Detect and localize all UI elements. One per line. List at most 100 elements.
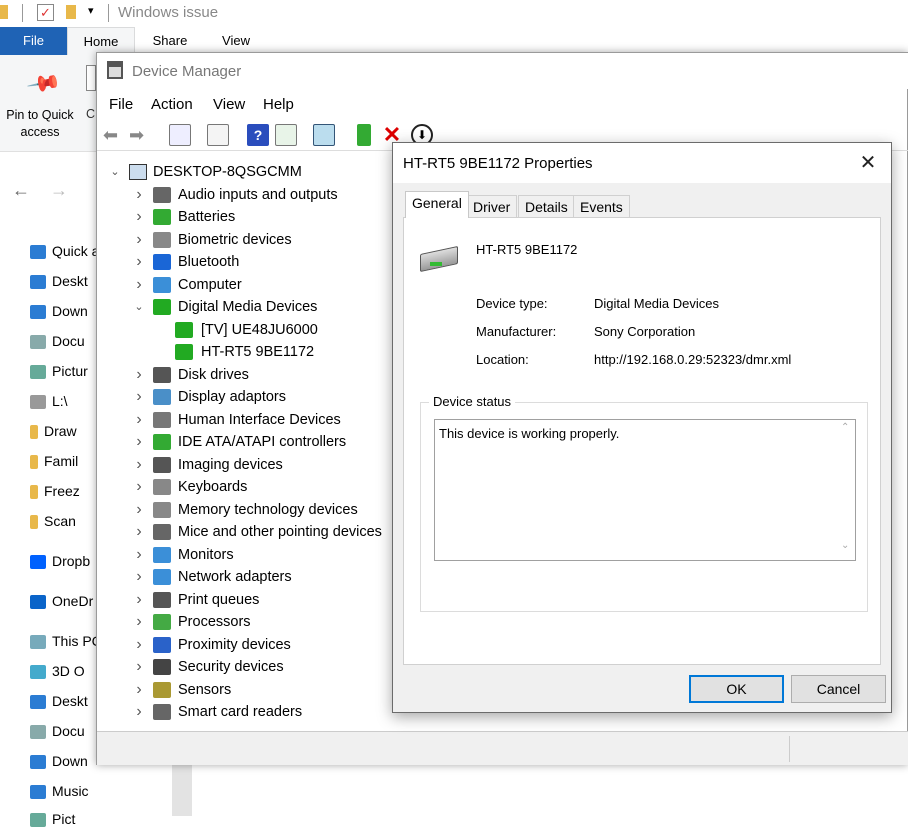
nav-item-label: Quick a <box>52 243 100 259</box>
nav-item-label: L:\ <box>52 393 68 409</box>
forward-icon[interactable]: ➡ <box>129 124 151 146</box>
view-icon[interactable] <box>275 124 297 146</box>
music-icon <box>30 785 46 800</box>
folder-icon <box>0 5 8 19</box>
scroll-down-icon[interactable]: ⌄ <box>841 540 849 551</box>
nav-item[interactable]: 3D O <box>30 658 100 684</box>
scroll-up-icon[interactable]: ⌃ <box>841 422 849 433</box>
network-device-icon <box>420 245 458 273</box>
tab-home[interactable]: Home <box>67 27 135 55</box>
device-category-icon <box>175 321 193 338</box>
nav-item[interactable]: Docu <box>30 718 100 744</box>
menu-action[interactable]: Action <box>151 96 193 113</box>
nav-item[interactable]: L:\ <box>30 388 100 414</box>
properties-check-icon[interactable]: ✓ <box>37 4 54 21</box>
chevron-right-icon[interactable]: › <box>133 656 145 678</box>
tab-share[interactable]: Share <box>140 27 200 55</box>
nav-item[interactable]: Deskt <box>30 688 100 714</box>
tab-events[interactable]: Events <box>573 195 630 217</box>
scan-hardware-icon[interactable] <box>313 124 335 146</box>
chevron-right-icon[interactable]: › <box>133 611 145 633</box>
nav-item[interactable]: Pictur <box>30 358 100 384</box>
location-value: http://192.168.0.29:52323/dmr.xml <box>594 352 792 367</box>
customize-dropdown-icon[interactable]: ▾ <box>88 4 94 17</box>
pin-label: Pin to Quick access <box>6 108 74 139</box>
ok-button[interactable]: OK <box>689 675 784 703</box>
cancel-button[interactable]: Cancel <box>791 675 886 703</box>
device-category-icon <box>153 231 171 248</box>
nav-item[interactable]: Draw <box>30 418 100 444</box>
tab-general[interactable]: General <box>405 191 469 218</box>
chevron-right-icon[interactable]: › <box>133 431 145 453</box>
chevron-right-icon[interactable]: › <box>133 521 145 543</box>
chevron-down-icon[interactable]: ⌄ <box>109 161 121 183</box>
chevron-right-icon[interactable]: › <box>133 634 145 656</box>
nav-item[interactable]: Music <box>30 778 100 804</box>
chevron-right-icon[interactable]: › <box>133 679 145 701</box>
chevron-right-icon[interactable]: › <box>133 701 145 723</box>
nav-item[interactable]: OneDr <box>30 588 100 614</box>
new-folder-icon[interactable] <box>66 5 76 19</box>
menu-help[interactable]: Help <box>263 96 294 113</box>
copy-icon[interactable] <box>86 65 96 91</box>
nav-item[interactable]: Scan <box>30 508 100 534</box>
nav-item[interactable]: Down <box>30 298 100 324</box>
chevron-right-icon[interactable]: › <box>133 229 145 251</box>
desktop-icon <box>30 275 46 290</box>
close-button[interactable]: ✕ <box>845 143 891 183</box>
menu-view[interactable]: View <box>213 96 245 113</box>
pin-to-quick-access-button[interactable]: 📌 Pin to Quick access <box>2 63 78 143</box>
chevron-right-icon[interactable]: › <box>133 206 145 228</box>
menu-file[interactable]: File <box>109 96 133 113</box>
status-scrollbar[interactable]: ⌃ ⌄ <box>837 420 855 560</box>
nav-item[interactable]: Down <box>30 748 100 774</box>
device-category-icon <box>153 704 171 720</box>
back-icon[interactable]: ⬅ <box>103 124 125 146</box>
folder-icon <box>30 485 38 500</box>
device-category-icon <box>153 411 171 428</box>
nav-item[interactable]: Docu <box>30 328 100 354</box>
tab-view[interactable]: View <box>206 27 266 55</box>
chevron-right-icon[interactable]: › <box>133 544 145 566</box>
device-category-icon <box>153 276 171 293</box>
back-arrow-icon[interactable]: ← <box>12 180 30 201</box>
folder-icon <box>30 515 38 530</box>
forward-arrow-icon[interactable]: → <box>50 180 68 201</box>
chevron-right-icon[interactable]: › <box>133 454 145 476</box>
nav-item[interactable]: Deskt <box>30 268 100 294</box>
device-category-icon <box>153 434 171 450</box>
chevron-right-icon[interactable]: › <box>133 184 145 206</box>
tree-item-label: Print queues <box>178 591 260 608</box>
tab-driver[interactable]: Driver <box>466 195 518 217</box>
nav-item[interactable]: Quick a <box>30 238 100 264</box>
pictures-icon <box>30 365 46 380</box>
device-status-group: Device status This device is working pro… <box>420 394 868 612</box>
show-hide-console-tree-icon[interactable] <box>169 124 191 146</box>
chevron-right-icon[interactable]: › <box>133 251 145 273</box>
chevron-right-icon[interactable]: › <box>133 386 145 408</box>
chevron-right-icon[interactable]: › <box>133 589 145 611</box>
nav-item[interactable]: Famil <box>30 448 100 474</box>
properties-icon[interactable] <box>207 124 229 146</box>
tree-item-label: Batteries <box>178 209 236 225</box>
help-icon[interactable]: ? <box>247 124 269 146</box>
chevron-right-icon[interactable]: › <box>133 566 145 588</box>
nav-item-label: Deskt <box>52 693 88 709</box>
nav-item[interactable]: Pict <box>30 806 100 832</box>
chevron-right-icon[interactable]: › <box>133 409 145 431</box>
nav-item[interactable]: This PC <box>30 628 100 654</box>
nav-item-label: Scan <box>44 513 76 529</box>
chevron-right-icon[interactable]: › <box>133 499 145 521</box>
chevron-right-icon[interactable]: › <box>133 274 145 296</box>
nav-item[interactable]: Dropb <box>30 548 100 574</box>
device-status-textbox[interactable]: This device is working properly. ⌃ ⌄ <box>434 419 856 561</box>
tab-details[interactable]: Details <box>518 195 575 217</box>
explorer-scrollbar[interactable] <box>172 760 192 816</box>
chevron-right-icon[interactable]: › <box>133 364 145 386</box>
chevron-down-icon[interactable]: ⌄ <box>133 296 145 318</box>
update-driver-icon[interactable] <box>357 124 371 146</box>
download-icon <box>30 755 46 770</box>
tab-file[interactable]: File <box>0 27 67 55</box>
nav-item[interactable]: Freez <box>30 478 100 504</box>
chevron-right-icon[interactable]: › <box>133 476 145 498</box>
